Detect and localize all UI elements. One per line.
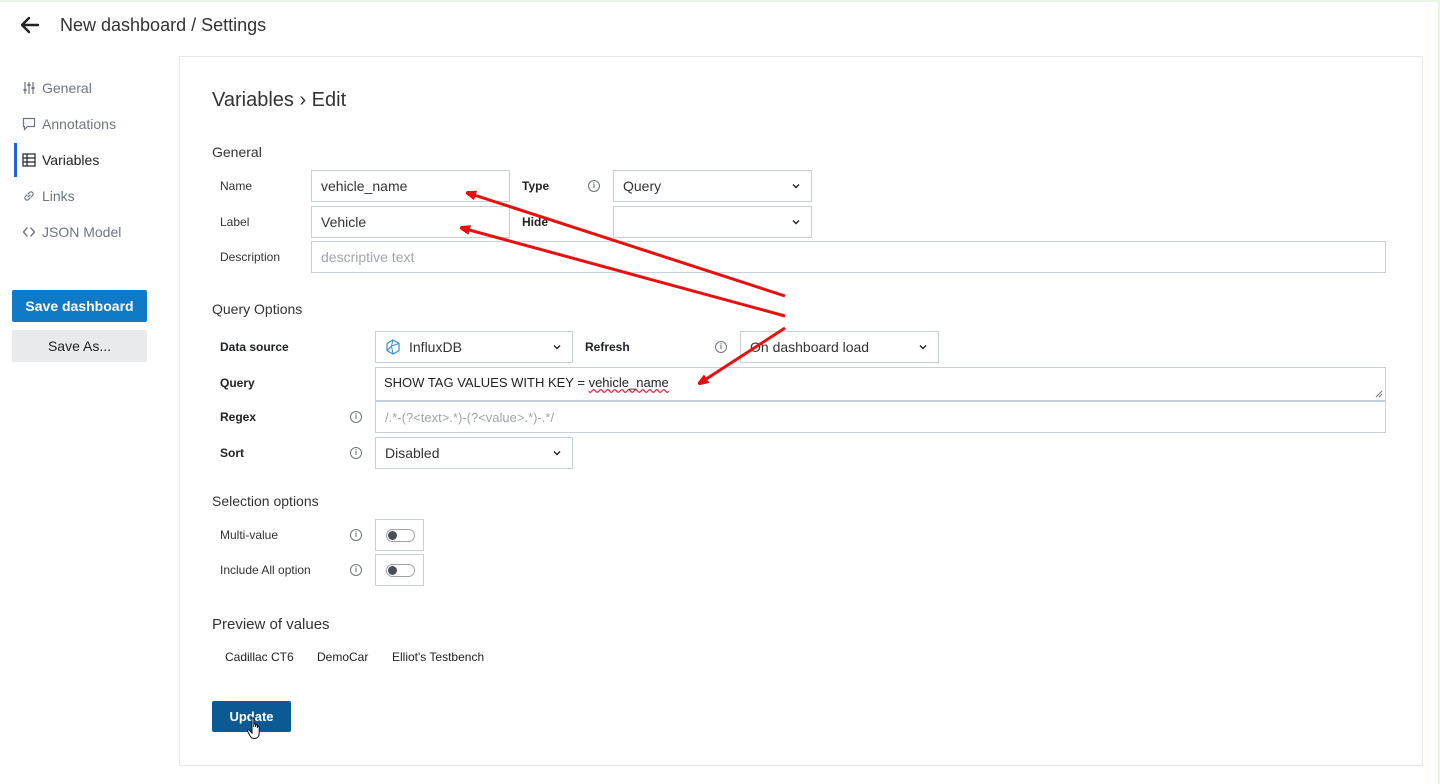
refresh-select[interactable]: On dashboard load — [740, 331, 939, 363]
datasource-select[interactable]: InfluxDB — [375, 331, 573, 363]
general-section-title: General — [212, 144, 262, 160]
query-options-section-title: Query Options — [212, 301, 303, 317]
sidebar-item-variables[interactable]: Variables — [14, 143, 174, 177]
sidebar-item-annotations[interactable]: Annotations — [14, 107, 174, 141]
refresh-label: Refresh — [585, 340, 630, 354]
resize-handle-icon[interactable] — [1375, 390, 1383, 398]
hide-label: Hide — [522, 215, 549, 229]
sidebar-item-label: General — [42, 80, 92, 96]
table-icon — [22, 153, 36, 167]
include-all-toggle[interactable] — [386, 564, 415, 577]
description-input[interactable]: descriptive text — [311, 241, 1386, 273]
datasource-select-value: InfluxDB — [409, 339, 462, 355]
selection-options-section-title: Selection options — [212, 493, 319, 509]
sort-select[interactable]: Disabled — [375, 437, 573, 469]
description-label: Description — [220, 250, 281, 264]
multi-value-toggle[interactable] — [386, 529, 415, 542]
chevron-down-icon — [919, 345, 927, 350]
datasource-label: Data source — [220, 340, 289, 354]
hide-select[interactable] — [613, 206, 812, 238]
back-arrow-icon[interactable] — [18, 13, 42, 37]
chevron-down-icon — [792, 220, 800, 225]
save-as-button[interactable]: Save As... — [12, 330, 147, 362]
multi-value-toggle-box — [375, 519, 424, 551]
comment-icon — [22, 117, 36, 131]
chevron-down-icon — [553, 345, 561, 350]
preview-section-title: Preview of values — [212, 616, 330, 633]
sidebar-item-label: Links — [42, 188, 75, 204]
link-icon — [22, 189, 36, 203]
toggle-knob — [388, 566, 397, 575]
name-input[interactable]: vehicle_name — [311, 170, 510, 202]
sidebar-item-general[interactable]: General — [14, 71, 174, 105]
chevron-down-icon — [553, 451, 561, 456]
query-textarea[interactable]: SHOW TAG VALUES WITH KEY = vehicle_name — [375, 367, 1386, 401]
page-breadcrumb: New dashboard / Settings — [60, 15, 267, 35]
toggle-knob — [388, 531, 397, 540]
query-text: SHOW TAG VALUES WITH KEY = — [384, 375, 589, 390]
save-dashboard-button[interactable]: Save dashboard — [12, 290, 147, 322]
sidebar-item-label: Annotations — [42, 116, 116, 132]
sidebar-item-json-model[interactable]: JSON Model — [14, 215, 174, 249]
sidebar-item-label: JSON Model — [42, 224, 122, 240]
info-icon: i — [588, 180, 600, 192]
include-all-toggle-box — [375, 554, 424, 586]
query-key-text: vehicle_name — [588, 375, 669, 390]
preview-value: Elliot's Testbench — [392, 650, 485, 664]
label-label: Label — [220, 215, 250, 229]
sort-select-value: Disabled — [385, 445, 440, 461]
info-icon: i — [350, 411, 362, 423]
sliders-icon — [22, 81, 36, 95]
sort-label: Sort — [220, 446, 244, 460]
label-input[interactable]: Vehicle — [311, 206, 510, 238]
name-label: Name — [220, 179, 253, 193]
refresh-select-value: On dashboard load — [750, 339, 870, 355]
info-icon: i — [350, 564, 362, 576]
regex-label: Regex — [220, 410, 257, 424]
include-all-label: Include All option — [220, 563, 311, 577]
preview-value: Cadillac CT6 — [225, 650, 294, 664]
multi-value-label: Multi-value — [220, 528, 279, 542]
sidebar-item-label: Variables — [42, 152, 100, 168]
regex-input[interactable]: /.*-(?<text>.*)-(?<value>.*)-.*/ — [375, 401, 1386, 433]
type-select-value: Query — [623, 178, 662, 194]
info-icon: i — [350, 529, 362, 541]
type-select[interactable]: Query — [613, 170, 812, 202]
query-label: Query — [220, 376, 255, 390]
info-icon: i — [350, 447, 362, 459]
window-border-top — [0, 0, 1440, 2]
hand-cursor-icon — [246, 717, 260, 739]
code-icon — [22, 225, 36, 239]
chevron-down-icon — [792, 184, 800, 189]
influxdb-icon — [386, 339, 400, 355]
type-label: Type — [522, 179, 550, 193]
info-icon: i — [715, 341, 727, 353]
preview-value: DemoCar — [317, 650, 369, 664]
page-title: Variables › Edit — [212, 89, 347, 111]
sidebar-item-links[interactable]: Links — [14, 179, 174, 213]
